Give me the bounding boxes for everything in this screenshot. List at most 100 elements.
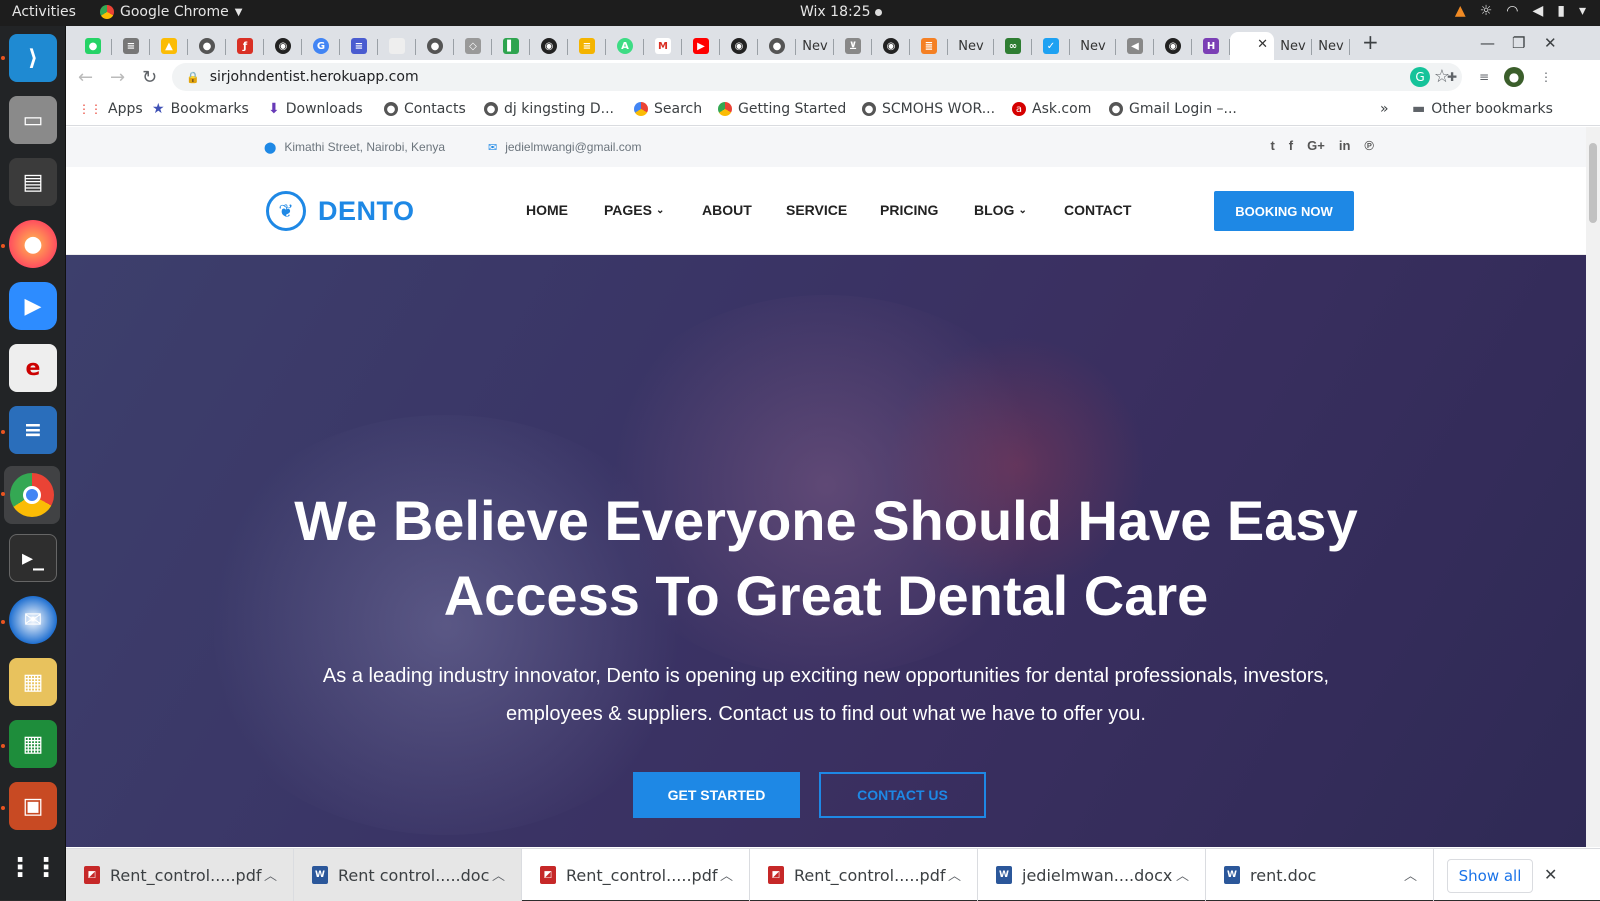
extensions-icon[interactable]: ✚ <box>1442 67 1462 87</box>
twitter-icon[interactable]: t <box>1270 138 1274 153</box>
tab[interactable]: G <box>302 32 340 60</box>
address-bar[interactable]: 🔒 sirjohndentist.herokuapp.com ☆ <box>172 63 1462 91</box>
tab[interactable]: ● <box>416 32 454 60</box>
download-item[interactable]: ◩ Rent_control.....pdf ︿ <box>750 849 978 901</box>
contact-us-button[interactable]: CONTACT US <box>819 772 986 818</box>
thunderbird-icon[interactable]: ✉ <box>9 596 57 644</box>
tab[interactable]: ◉ <box>1154 32 1192 60</box>
tab[interactable]: Nev <box>1070 32 1116 60</box>
tab[interactable]: ◇ <box>454 32 492 60</box>
back-button[interactable]: ← <box>78 67 93 88</box>
other-bookmarks[interactable]: ▬ Other bookmarks <box>1412 101 1553 117</box>
tab[interactable]: ƒ <box>226 32 264 60</box>
chevron-up-icon[interactable]: ︿ <box>720 865 733 884</box>
tab[interactable]: ◉ <box>264 32 302 60</box>
chrome-dock-icon[interactable] <box>4 466 60 524</box>
tab[interactable]: ▶ <box>682 32 720 60</box>
nav-home[interactable]: HOME <box>526 202 568 218</box>
close-tab-icon[interactable]: ✕ <box>1257 37 1268 52</box>
bookmark-ask[interactable]: a Ask.com <box>1012 101 1091 117</box>
download-item[interactable]: ◩ Rent_control.....pdf ︿ <box>66 849 294 901</box>
bookmark-bookmarks[interactable]: ★ Bookmarks <box>152 101 249 117</box>
battery-icon[interactable]: ▮ <box>1557 3 1565 19</box>
calc-icon[interactable]: ▦ <box>9 720 57 768</box>
pinterest-icon[interactable]: ℗ <box>1364 138 1374 153</box>
nav-contact[interactable]: CONTACT <box>1064 202 1131 218</box>
nav-pages[interactable]: PAGES ⌄ <box>604 202 664 218</box>
forward-button[interactable]: → <box>110 67 125 88</box>
download-item[interactable]: W Rent control.....doc ︿ <box>294 849 522 901</box>
bookmark-contacts[interactable]: ● Contacts <box>384 101 466 117</box>
impress-icon[interactable]: ▣ <box>9 782 57 830</box>
bookmark-scmohs[interactable]: ● SCMOHS WOR... <box>862 101 995 117</box>
tab[interactable]: Nev <box>1312 32 1350 60</box>
site-logo[interactable]: ❦ DENTO <box>266 191 415 231</box>
tab[interactable]: ● <box>758 32 796 60</box>
bookmark-dj[interactable]: ● dj kingsting D... <box>484 101 614 117</box>
download-item[interactable]: Wjedielmwan....docx ︿ <box>978 849 1206 901</box>
tab[interactable]: ≡ <box>112 32 150 60</box>
writer-icon[interactable]: ≡ <box>9 406 57 454</box>
nav-pricing[interactable]: PRICING <box>880 202 938 218</box>
system-tray[interactable]: ▲ ☼ ◠ ◀ ▮ ▾ <box>1455 3 1586 19</box>
wifi-icon[interactable]: ◠ <box>1506 3 1518 19</box>
tab[interactable]: ◉ <box>720 32 758 60</box>
video-editor-icon[interactable]: ▤ <box>9 158 57 206</box>
download-item[interactable]: ◩ Rent_control.....pdf ︿ <box>522 849 750 901</box>
close-window-button[interactable]: ✕ <box>1544 34 1557 52</box>
tab[interactable]: ◉ <box>530 32 568 60</box>
chevron-up-icon[interactable]: ︿ <box>1404 865 1417 884</box>
tab[interactable]: ● <box>74 32 112 60</box>
lock-icon[interactable]: 🔒 <box>186 71 200 84</box>
download-item[interactable]: Wrent.doc ︿ <box>1206 849 1434 901</box>
power-icon[interactable]: ▾ <box>1579 3 1586 19</box>
tab[interactable]: ◀ <box>1116 32 1154 60</box>
clock[interactable]: Wix 18:25 <box>800 4 882 20</box>
tab[interactable]: ✓ <box>1032 32 1070 60</box>
get-started-button[interactable]: GET STARTED <box>633 772 800 818</box>
tab[interactable]: ≣ <box>910 32 948 60</box>
tab[interactable]: ≡ <box>568 32 606 60</box>
tab[interactable]: ▲ <box>150 32 188 60</box>
nav-service[interactable]: SERVICE <box>786 202 847 218</box>
profile-avatar[interactable]: ● <box>1504 67 1524 87</box>
tab[interactable]: A <box>606 32 644 60</box>
weather-icon[interactable]: ☼ <box>1480 3 1493 19</box>
bookmark-gmail-login[interactable]: ● Gmail Login –... <box>1109 101 1237 117</box>
zoom-icon[interactable]: ▶ <box>9 282 57 330</box>
volume-icon[interactable]: ◀ <box>1532 3 1543 19</box>
vscode-icon[interactable]: ⟩ <box>9 34 57 82</box>
chevron-up-icon[interactable]: ︿ <box>1176 865 1189 884</box>
bookmark-apps[interactable]: ⋮⋮ Apps <box>78 101 143 117</box>
show-all-button[interactable]: Show all <box>1447 859 1533 893</box>
app-menu[interactable]: Google Chrome ▼ <box>100 4 242 20</box>
menu-icon[interactable]: ⋮ <box>1536 67 1556 87</box>
maximize-button[interactable]: ❐ <box>1512 34 1525 52</box>
firefox-icon[interactable]: ● <box>9 220 57 268</box>
tab[interactable]: ≡ <box>340 32 378 60</box>
facebook-icon[interactable]: f <box>1289 138 1293 153</box>
pdf-reader-icon[interactable]: e <box>9 344 57 392</box>
scrollbar-thumb[interactable] <box>1589 143 1597 223</box>
email-info[interactable]: ✉ jedielmwangi@gmail.com <box>488 140 641 154</box>
tab[interactable]: ● <box>188 32 226 60</box>
show-apps-icon[interactable]: ⋮⋮ <box>7 844 59 892</box>
tab[interactable]: ▌ <box>492 32 530 60</box>
tab[interactable]: ⊻ <box>834 32 872 60</box>
tab[interactable]: ∞ <box>994 32 1032 60</box>
more-bookmarks-button[interactable]: » <box>1380 101 1389 117</box>
close-downloads-icon[interactable]: ✕ <box>1544 865 1557 884</box>
tab[interactable]: ◉ <box>872 32 910 60</box>
page-scrollbar[interactable] <box>1586 127 1600 847</box>
minimize-button[interactable]: — <box>1480 34 1495 52</box>
media-control-icon[interactable]: ≡ <box>1474 67 1494 87</box>
chevron-up-icon[interactable]: ︿ <box>492 865 505 884</box>
nav-about[interactable]: ABOUT <box>702 202 752 218</box>
image-viewer-icon[interactable]: ▦ <box>9 658 57 706</box>
terminal-icon[interactable]: ▸_ <box>9 534 57 582</box>
linkedin-icon[interactable]: in <box>1339 138 1351 153</box>
vlc-icon[interactable]: ▲ <box>1455 3 1466 19</box>
file-manager-icon[interactable]: ▭ <box>9 96 57 144</box>
chevron-up-icon[interactable]: ︿ <box>948 865 961 884</box>
tab[interactable]: Nev <box>796 32 834 60</box>
